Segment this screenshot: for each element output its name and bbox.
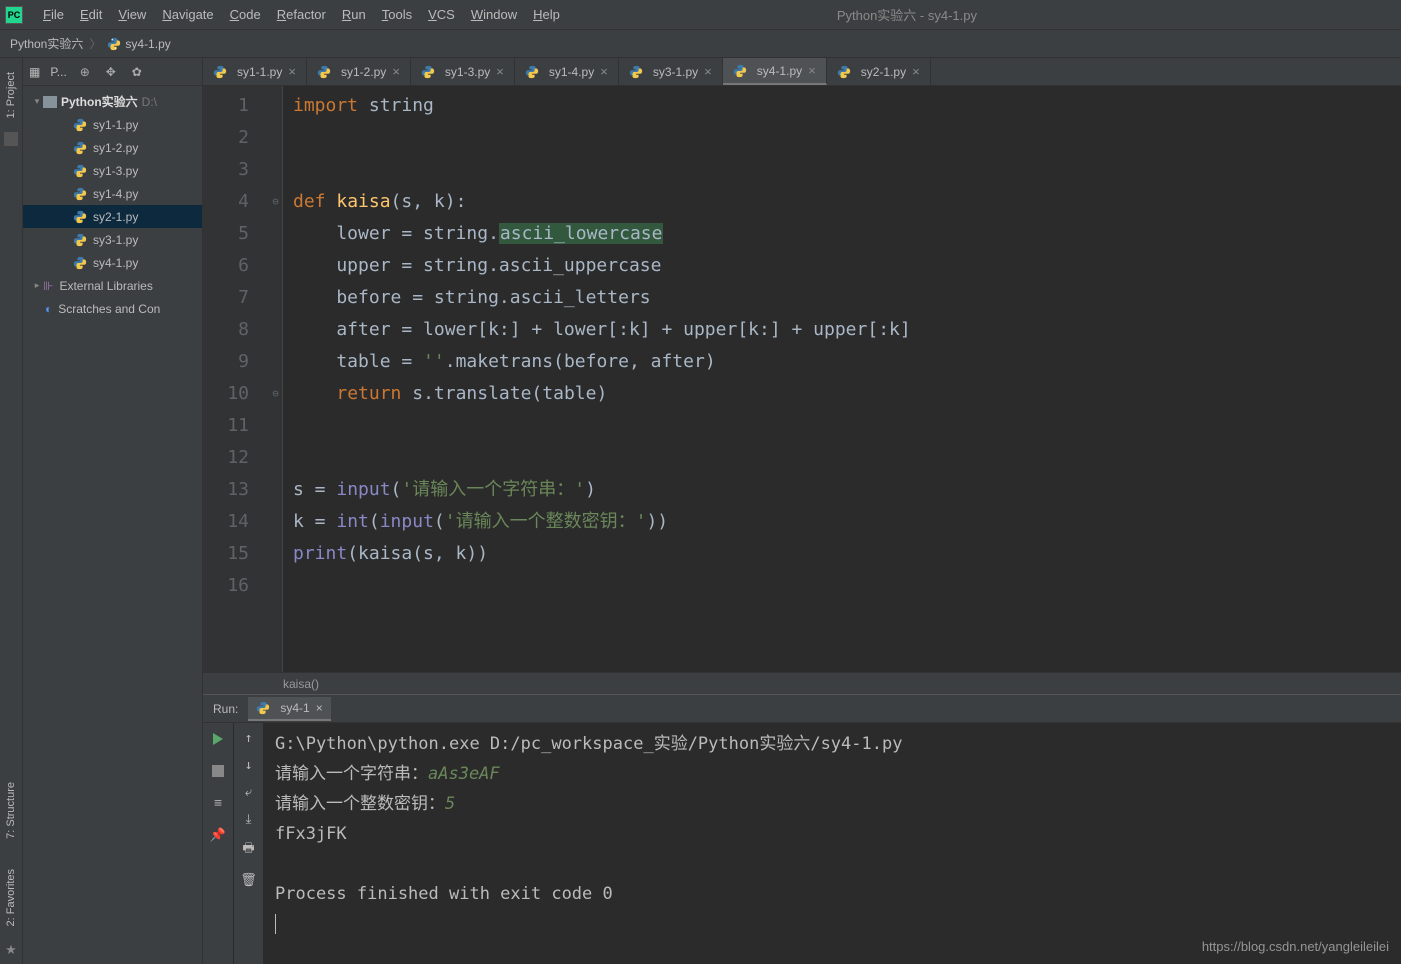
run-config-tab[interactable]: sy4-1 × <box>248 697 330 721</box>
menu-code[interactable]: Code <box>222 3 269 26</box>
editor-tab[interactable]: sy4-1.py× <box>723 58 827 85</box>
python-file-icon <box>256 701 270 715</box>
menu-run[interactable]: Run <box>334 3 374 26</box>
menu-bar: PC FileEditViewNavigateCodeRefactorRunTo… <box>0 0 1401 30</box>
menu-refactor[interactable]: Refactor <box>269 3 334 26</box>
sidebar-tab-favorites[interactable]: 2: Favorites <box>3 859 19 936</box>
tree-file[interactable]: sy4-1.py <box>23 251 202 274</box>
editor-tab[interactable]: sy1-2.py× <box>307 58 411 85</box>
close-icon[interactable]: × <box>288 64 296 79</box>
editor-tab[interactable]: sy1-3.py× <box>411 58 515 85</box>
gutter-line-numbers: 12345678910111213141516 <box>203 86 269 672</box>
trash-icon[interactable]: 🗑 <box>240 873 257 888</box>
sidebar-tab-structure[interactable]: 7: Structure <box>3 772 19 849</box>
left-tool-strip: 1: Project 7: Structure 2: Favorites ★ <box>0 58 23 964</box>
project-panel-label[interactable]: P... <box>50 65 66 79</box>
menu-navigate[interactable]: Navigate <box>154 3 221 26</box>
window-title: Python实验六 - sy4-1.py <box>568 5 1396 24</box>
menu-help[interactable]: Help <box>525 3 568 26</box>
run-button[interactable] <box>210 731 226 747</box>
layout-button[interactable]: ≡ <box>210 795 226 811</box>
tree-scratches[interactable]: ◐Scratches and Con <box>23 297 202 320</box>
close-icon[interactable]: × <box>704 64 712 79</box>
editor-tab[interactable]: sy1-4.py× <box>515 58 619 85</box>
tree-file[interactable]: sy2-1.py <box>23 205 202 228</box>
close-icon[interactable]: × <box>316 701 323 715</box>
menu-window[interactable]: Window <box>463 3 525 26</box>
menu-view[interactable]: View <box>110 3 154 26</box>
close-icon[interactable]: × <box>912 64 920 79</box>
tree-external-libraries[interactable]: ▸⊪External Libraries <box>23 274 202 297</box>
run-label: Run: <box>213 702 238 716</box>
menu-file[interactable]: File <box>35 3 72 26</box>
gutter-fold[interactable]: ⊖⊖ <box>269 86 283 672</box>
pin-button[interactable]: 📌 <box>210 827 226 843</box>
tree-file[interactable]: sy1-4.py <box>23 182 202 205</box>
tree-file[interactable]: sy3-1.py <box>23 228 202 251</box>
scroll-end-icon[interactable]: ⤓ <box>246 812 252 827</box>
expand-icon[interactable]: ✥ <box>103 64 119 80</box>
tree-file[interactable]: sy1-3.py <box>23 159 202 182</box>
down-arrow-icon[interactable]: ↓ <box>245 758 253 773</box>
context-function: kaisa() <box>283 677 319 691</box>
run-panel-header: Run: sy4-1 × <box>203 695 1401 723</box>
editor-area: sy1-1.py×sy1-2.py×sy1-3.py×sy1-4.py×sy3-… <box>203 58 1401 964</box>
code-body[interactable]: import string def kaisa(s, k): lower = s… <box>283 86 1401 672</box>
project-view-icon[interactable]: ▦ <box>29 65 40 79</box>
project-tool-window: ▦ P... ⊕ ✥ ✿ ▾Python实验六D:\sy1-1.pysy1-2.… <box>23 58 203 964</box>
sidebar-icon[interactable] <box>4 132 18 146</box>
run-controls: ≡ 📌 <box>203 723 233 964</box>
editor-tab-bar: sy1-1.py×sy1-2.py×sy1-3.py×sy1-4.py×sy3-… <box>203 58 1401 86</box>
watermark-text: https://blog.csdn.net/yangleileilei <box>1202 939 1389 954</box>
editor-tab[interactable]: sy1-1.py× <box>203 58 307 85</box>
close-icon[interactable]: × <box>496 64 504 79</box>
app-icon: PC <box>5 6 23 24</box>
tree-file[interactable]: sy1-2.py <box>23 136 202 159</box>
stop-button[interactable] <box>210 763 226 779</box>
editor-tab[interactable]: sy3-1.py× <box>619 58 723 85</box>
menu-tools[interactable]: Tools <box>374 3 420 26</box>
project-panel-header: ▦ P... ⊕ ✥ ✿ <box>23 58 202 86</box>
console-output[interactable]: G:\Python\python.exe D:/pc_workspace_实验/… <box>263 723 1401 964</box>
menu-edit[interactable]: Edit <box>72 3 110 26</box>
soft-wrap-icon[interactable]: ⤶ <box>245 785 252 800</box>
editor-tab[interactable]: sy2-1.py× <box>827 58 931 85</box>
print-icon[interactable]: 🖶 <box>242 839 254 861</box>
python-file-icon <box>107 37 121 51</box>
menu-vcs[interactable]: VCS <box>420 3 463 26</box>
locate-icon[interactable]: ⊕ <box>77 64 93 80</box>
breadcrumb-project[interactable]: Python实验六 <box>10 35 83 52</box>
up-arrow-icon[interactable]: ↑ <box>245 731 253 746</box>
close-icon[interactable]: × <box>600 64 608 79</box>
breadcrumb-file[interactable]: sy4-1.py <box>125 37 170 51</box>
project-tree[interactable]: ▾Python实验六D:\sy1-1.pysy1-2.pysy1-3.pysy1… <box>23 86 202 964</box>
code-editor[interactable]: 12345678910111213141516 ⊖⊖ import string… <box>203 86 1401 672</box>
tree-file[interactable]: sy1-1.py <box>23 113 202 136</box>
breadcrumb-separator: 〉 <box>89 35 101 52</box>
sidebar-tab-project[interactable]: 1: Project <box>3 62 19 128</box>
navigation-bar: Python实验六 〉 sy4-1.py <box>0 30 1401 58</box>
close-icon[interactable]: × <box>392 64 400 79</box>
gear-icon[interactable]: ✿ <box>129 64 145 80</box>
console-controls: ↑ ↓ ⤶ ⤓ 🖶 🗑 <box>233 723 263 964</box>
run-tool-window: Run: sy4-1 × ≡ 📌 ↑ ↓ <box>203 694 1401 964</box>
close-icon[interactable]: × <box>808 63 816 78</box>
tree-root[interactable]: ▾Python实验六D:\ <box>23 90 202 113</box>
editor-context-bar: kaisa() <box>203 672 1401 694</box>
run-config-name: sy4-1 <box>280 701 309 715</box>
